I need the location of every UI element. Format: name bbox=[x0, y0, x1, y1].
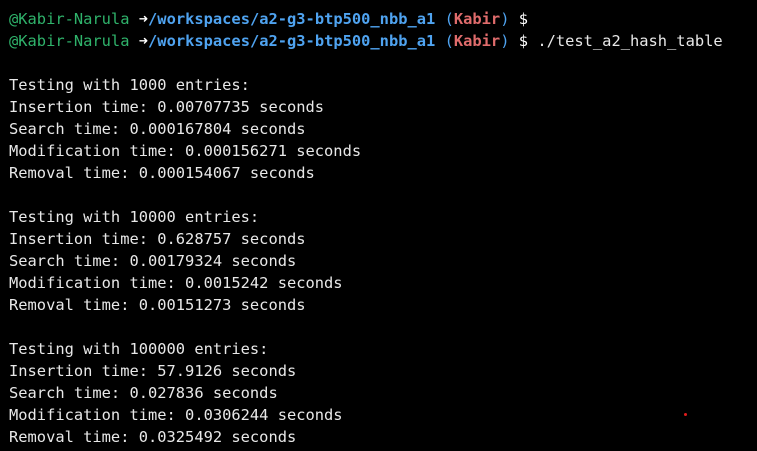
result-insertion: Insertion time: 0.00707735 seconds bbox=[9, 98, 325, 116]
prompt-path: /workspaces/a2-g3-btp500_nbb_a1 bbox=[148, 10, 436, 28]
result-search: Search time: 0.00179324 seconds bbox=[9, 252, 297, 270]
result-removal: Removal time: 0.00151273 seconds bbox=[9, 296, 306, 314]
prompt-path: /workspaces/a2-g3-btp500_nbb_a1 bbox=[148, 32, 436, 50]
prompt-symbol: $ bbox=[518, 10, 529, 28]
prompt-user: @Kabir-Narula bbox=[9, 10, 130, 28]
prompt-arrow-icon: ➜ bbox=[138, 32, 149, 50]
result-removal: Removal time: 0.000154067 seconds bbox=[9, 164, 315, 182]
prompt-open-paren: ( bbox=[444, 10, 454, 28]
command-text: ./test_a2_hash_table bbox=[537, 32, 723, 50]
prompt-symbol: $ bbox=[518, 32, 529, 50]
prompt-branch: Kabir bbox=[453, 10, 501, 28]
test-header: Testing with 1000 entries: bbox=[9, 76, 250, 94]
red-dot-marker bbox=[684, 413, 687, 416]
prompt-close-paren: ) bbox=[500, 10, 510, 28]
result-insertion: Insertion time: 0.628757 seconds bbox=[9, 230, 306, 248]
test-header: Testing with 10000 entries: bbox=[9, 208, 260, 226]
prompt-user: @Kabir-Narula bbox=[9, 32, 130, 50]
prompt-line-command: @Kabir-Narula ➜/workspaces/a2-g3-btp500_… bbox=[9, 30, 757, 52]
result-search: Search time: 0.000167804 seconds bbox=[9, 120, 306, 138]
prompt-close-paren: ) bbox=[500, 32, 510, 50]
result-modification: Modification time: 0.000156271 seconds bbox=[9, 142, 362, 160]
prompt-line: @Kabir-Narula ➜/workspaces/a2-g3-btp500_… bbox=[9, 8, 757, 30]
result-search: Search time: 0.027836 seconds bbox=[9, 384, 278, 402]
prompt-branch: Kabir bbox=[453, 32, 501, 50]
result-insertion: Insertion time: 57.9126 seconds bbox=[9, 362, 297, 380]
terminal-window[interactable]: @Kabir-Narula ➜/workspaces/a2-g3-btp500_… bbox=[0, 0, 757, 451]
result-modification: Modification time: 0.0306244 seconds bbox=[9, 406, 343, 424]
result-removal: Removal time: 0.0325492 seconds bbox=[9, 428, 297, 446]
test-header: Testing with 100000 entries: bbox=[9, 340, 269, 358]
prompt-open-paren: ( bbox=[444, 32, 454, 50]
prompt-arrow-icon: ➜ bbox=[138, 10, 149, 28]
result-modification: Modification time: 0.0015242 seconds bbox=[9, 274, 343, 292]
